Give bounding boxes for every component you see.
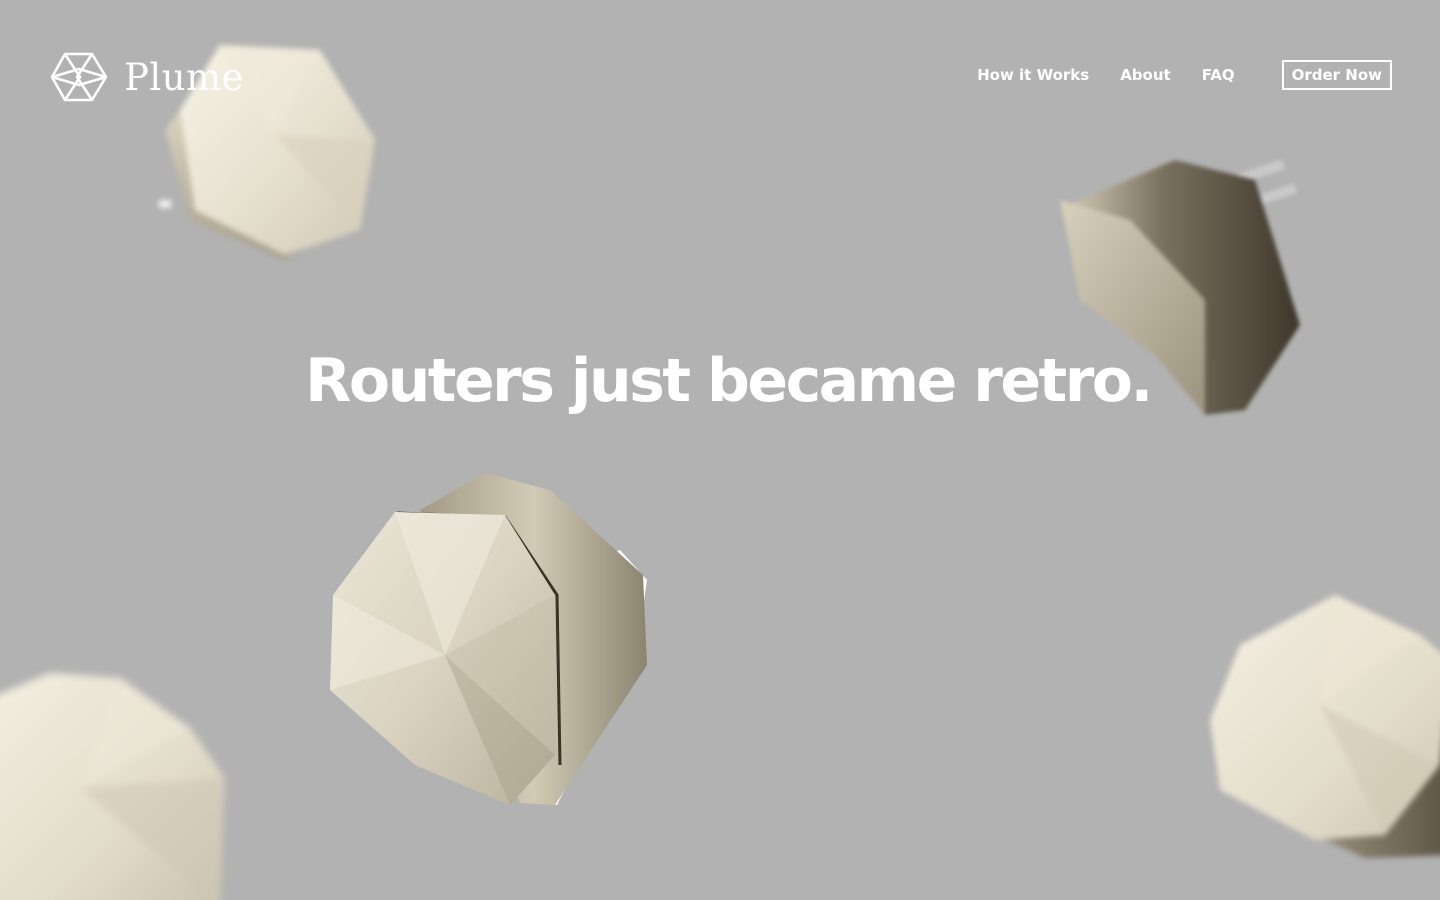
hero-headline: Routers just became retro.	[305, 346, 1153, 416]
logo-link[interactable]: Plume	[50, 50, 244, 104]
pod-image-bottom-left	[0, 673, 225, 900]
nav-link-about[interactable]: About	[1120, 60, 1171, 90]
pod-image-center	[330, 473, 647, 805]
order-now-button[interactable]: Order Now	[1281, 60, 1392, 90]
landing-page: Plume How it Works About FAQ Order Now R…	[0, 0, 1440, 900]
nav-link-faq[interactable]: FAQ	[1202, 60, 1235, 90]
nav-link-how-it-works[interactable]: How it Works	[977, 60, 1089, 90]
pod-image-bottom-right	[1210, 595, 1440, 858]
brand-name: Plume	[124, 55, 245, 99]
plume-hexagon-icon	[50, 52, 108, 102]
main-nav: How it Works About FAQ Order Now	[977, 60, 1392, 90]
